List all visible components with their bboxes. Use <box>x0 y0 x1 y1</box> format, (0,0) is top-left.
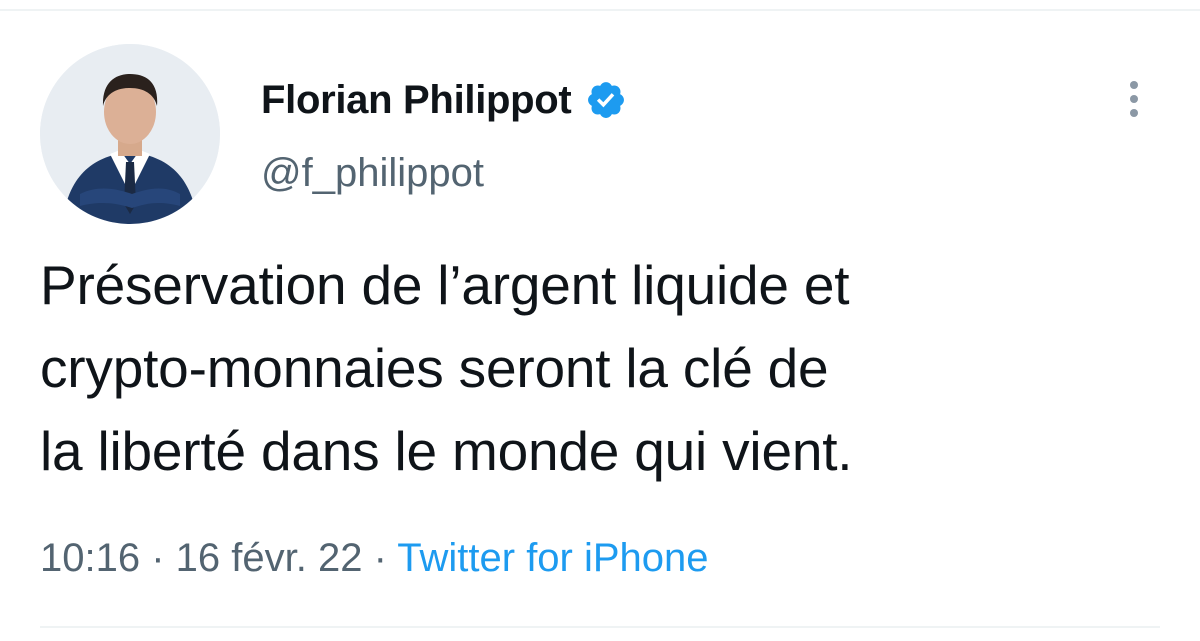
bottom-divider <box>40 626 1160 628</box>
avatar[interactable] <box>40 44 220 224</box>
top-divider <box>0 9 1200 11</box>
author-name-row[interactable]: Florian Philippot <box>261 74 627 126</box>
more-vertical-icon <box>1130 81 1138 89</box>
avatar-photo <box>40 44 220 224</box>
verified-badge-icon <box>588 82 625 118</box>
tweet-source-link[interactable]: Twitter for iPhone <box>397 536 708 580</box>
tweet-date[interactable]: 16 févr. 22 <box>176 536 363 580</box>
meta-separator: · <box>362 536 398 580</box>
more-options-button[interactable] <box>1112 72 1156 126</box>
tweet-text: Préservation de l’argent liquide et cryp… <box>40 244 1180 493</box>
tweet-meta: 10:16 · 16 févr. 22 · Twitter for iPhone <box>40 530 709 586</box>
meta-separator: · <box>140 536 176 580</box>
author-handle[interactable]: @f_philippot <box>261 148 484 198</box>
author-display-name[interactable]: Florian Philippot <box>261 74 572 126</box>
tweet-text-line: la liberté dans le monde qui vient. <box>40 420 853 482</box>
tweet-text-line: Préservation de l’argent liquide et <box>40 254 850 316</box>
tweet-text-line: crypto-monnaies seront la clé de <box>40 337 829 399</box>
more-dot <box>1130 95 1138 103</box>
more-dot <box>1130 109 1138 117</box>
tweet-time[interactable]: 10:16 <box>40 536 140 580</box>
